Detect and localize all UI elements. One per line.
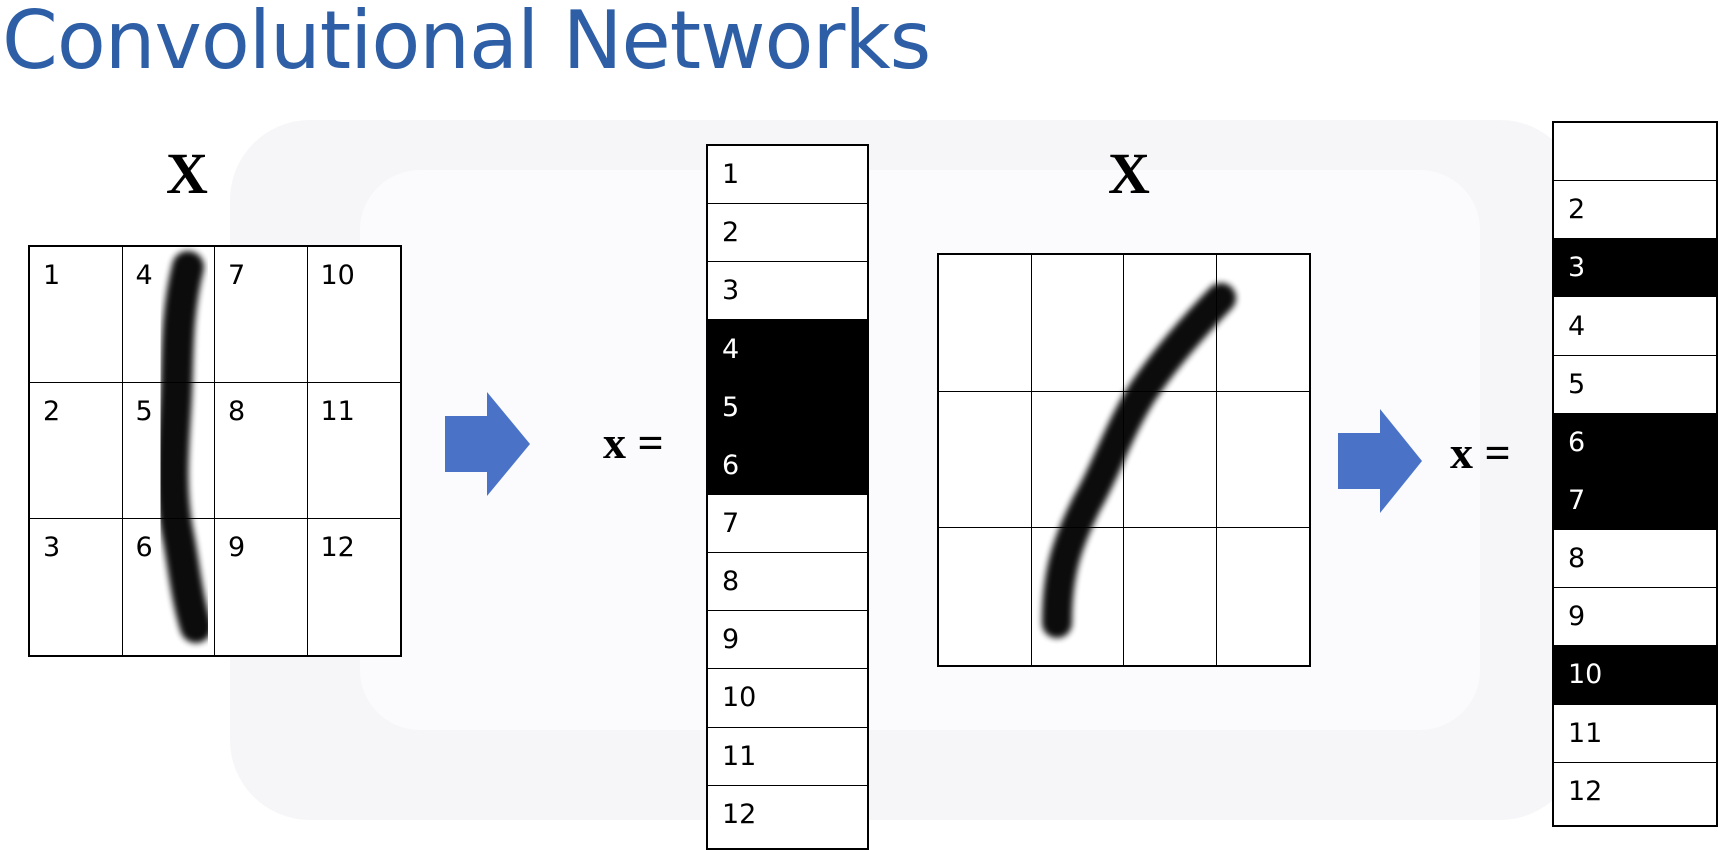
left-handwritten-stroke <box>156 251 212 643</box>
vector-cell: 10 <box>1554 646 1716 705</box>
vector-cell: 11 <box>708 728 867 786</box>
vector-cell: 8 <box>708 553 867 612</box>
right-vector: 2 3 4 5 6 7 8 9 10 11 12 <box>1552 121 1718 827</box>
vector-cell: 12 <box>1568 776 1603 808</box>
vector-cell: 5 <box>708 378 867 437</box>
vector-cell: 2 <box>1554 181 1716 240</box>
vector-cell: 4 <box>1554 297 1716 356</box>
vector-cell: 11 <box>1554 705 1716 763</box>
vector-cell: 7 <box>1554 471 1716 531</box>
vector-cell: 6 <box>1554 413 1716 472</box>
vector-cell: 8 <box>1554 530 1716 589</box>
slide-title: Convolutional Networks <box>2 0 931 87</box>
vector-cell: 3 <box>708 262 867 321</box>
vector-cell: 7 <box>708 495 867 554</box>
vector-cell: 3 <box>1554 239 1716 298</box>
right-handwritten-stroke <box>1042 283 1236 638</box>
right-equals-label: x = <box>1450 427 1511 478</box>
right-matrix-label: X <box>1108 141 1150 206</box>
vector-cell: 6 <box>708 436 867 495</box>
right-arrow-icon <box>1338 409 1422 513</box>
vector-cell: 12 <box>722 799 757 831</box>
vector-cell: 1 <box>708 146 867 205</box>
vector-cell: 9 <box>708 611 867 670</box>
vector-cell: 10 <box>708 669 867 728</box>
left-matrix-label: X <box>166 141 208 206</box>
right-arrow-icon <box>445 392 530 496</box>
left-vector: 1 2 3 4 5 6 7 8 9 10 11 12 <box>706 144 869 850</box>
vector-cell: 4 <box>708 320 867 379</box>
vector-cell <box>1554 123 1716 182</box>
vector-cell: 2 <box>708 204 867 263</box>
vector-cell: 9 <box>1554 588 1716 647</box>
vector-cell: 5 <box>1554 356 1716 414</box>
left-equals-label: x = <box>603 417 664 468</box>
